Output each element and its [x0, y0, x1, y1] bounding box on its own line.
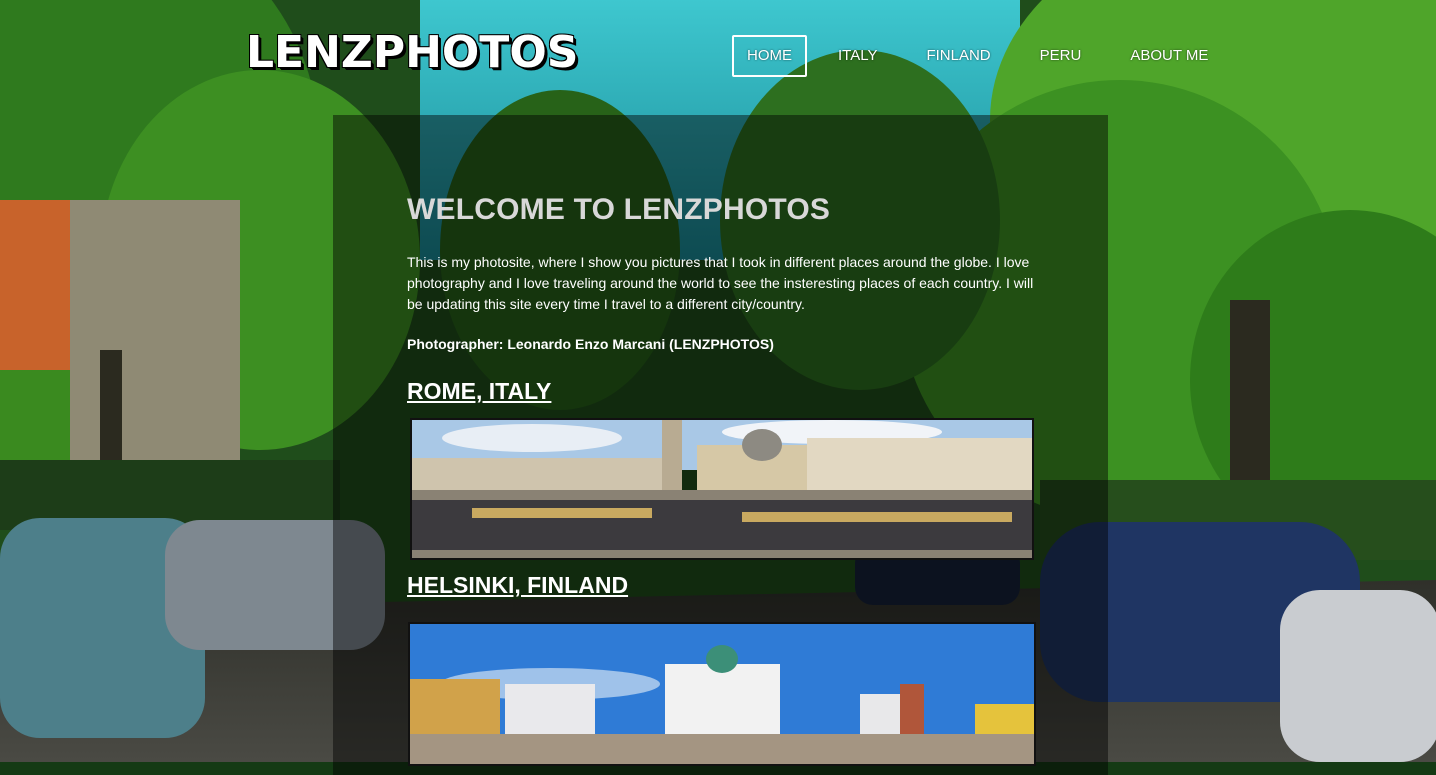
photographer-credit: Photographer: Leonardo Enzo Marcani (LEN…: [407, 336, 774, 352]
rome-panorama-graphic: [412, 420, 1032, 558]
nav-finland[interactable]: FINLAND: [911, 35, 1005, 77]
nav-home[interactable]: HOME: [732, 35, 807, 77]
main-content: WELCOME TO LENZPHOTOS This is my photosi…: [407, 190, 1037, 766]
nav-peru[interactable]: PERU: [1025, 35, 1097, 77]
section-title-rome[interactable]: ROME, ITALY: [407, 376, 551, 406]
helsinki-panorama-image[interactable]: [408, 622, 1036, 766]
site-logo[interactable]: LENZPHOTOS: [246, 28, 578, 78]
nav-about-me[interactable]: ABOUT ME: [1115, 35, 1223, 77]
page-title: WELCOME TO LENZPHOTOS: [407, 193, 831, 226]
intro-paragraph: This is my photosite, where I show you p…: [407, 254, 1034, 312]
section-title-helsinki[interactable]: HELSINKI, FINLAND: [407, 570, 628, 600]
main-nav: HOME ITALY FINLAND PERU ABOUT ME: [732, 35, 1242, 77]
nav-italy[interactable]: ITALY: [823, 35, 892, 77]
rome-panorama-image[interactable]: [410, 418, 1034, 560]
helsinki-panorama-graphic: [410, 624, 1034, 764]
